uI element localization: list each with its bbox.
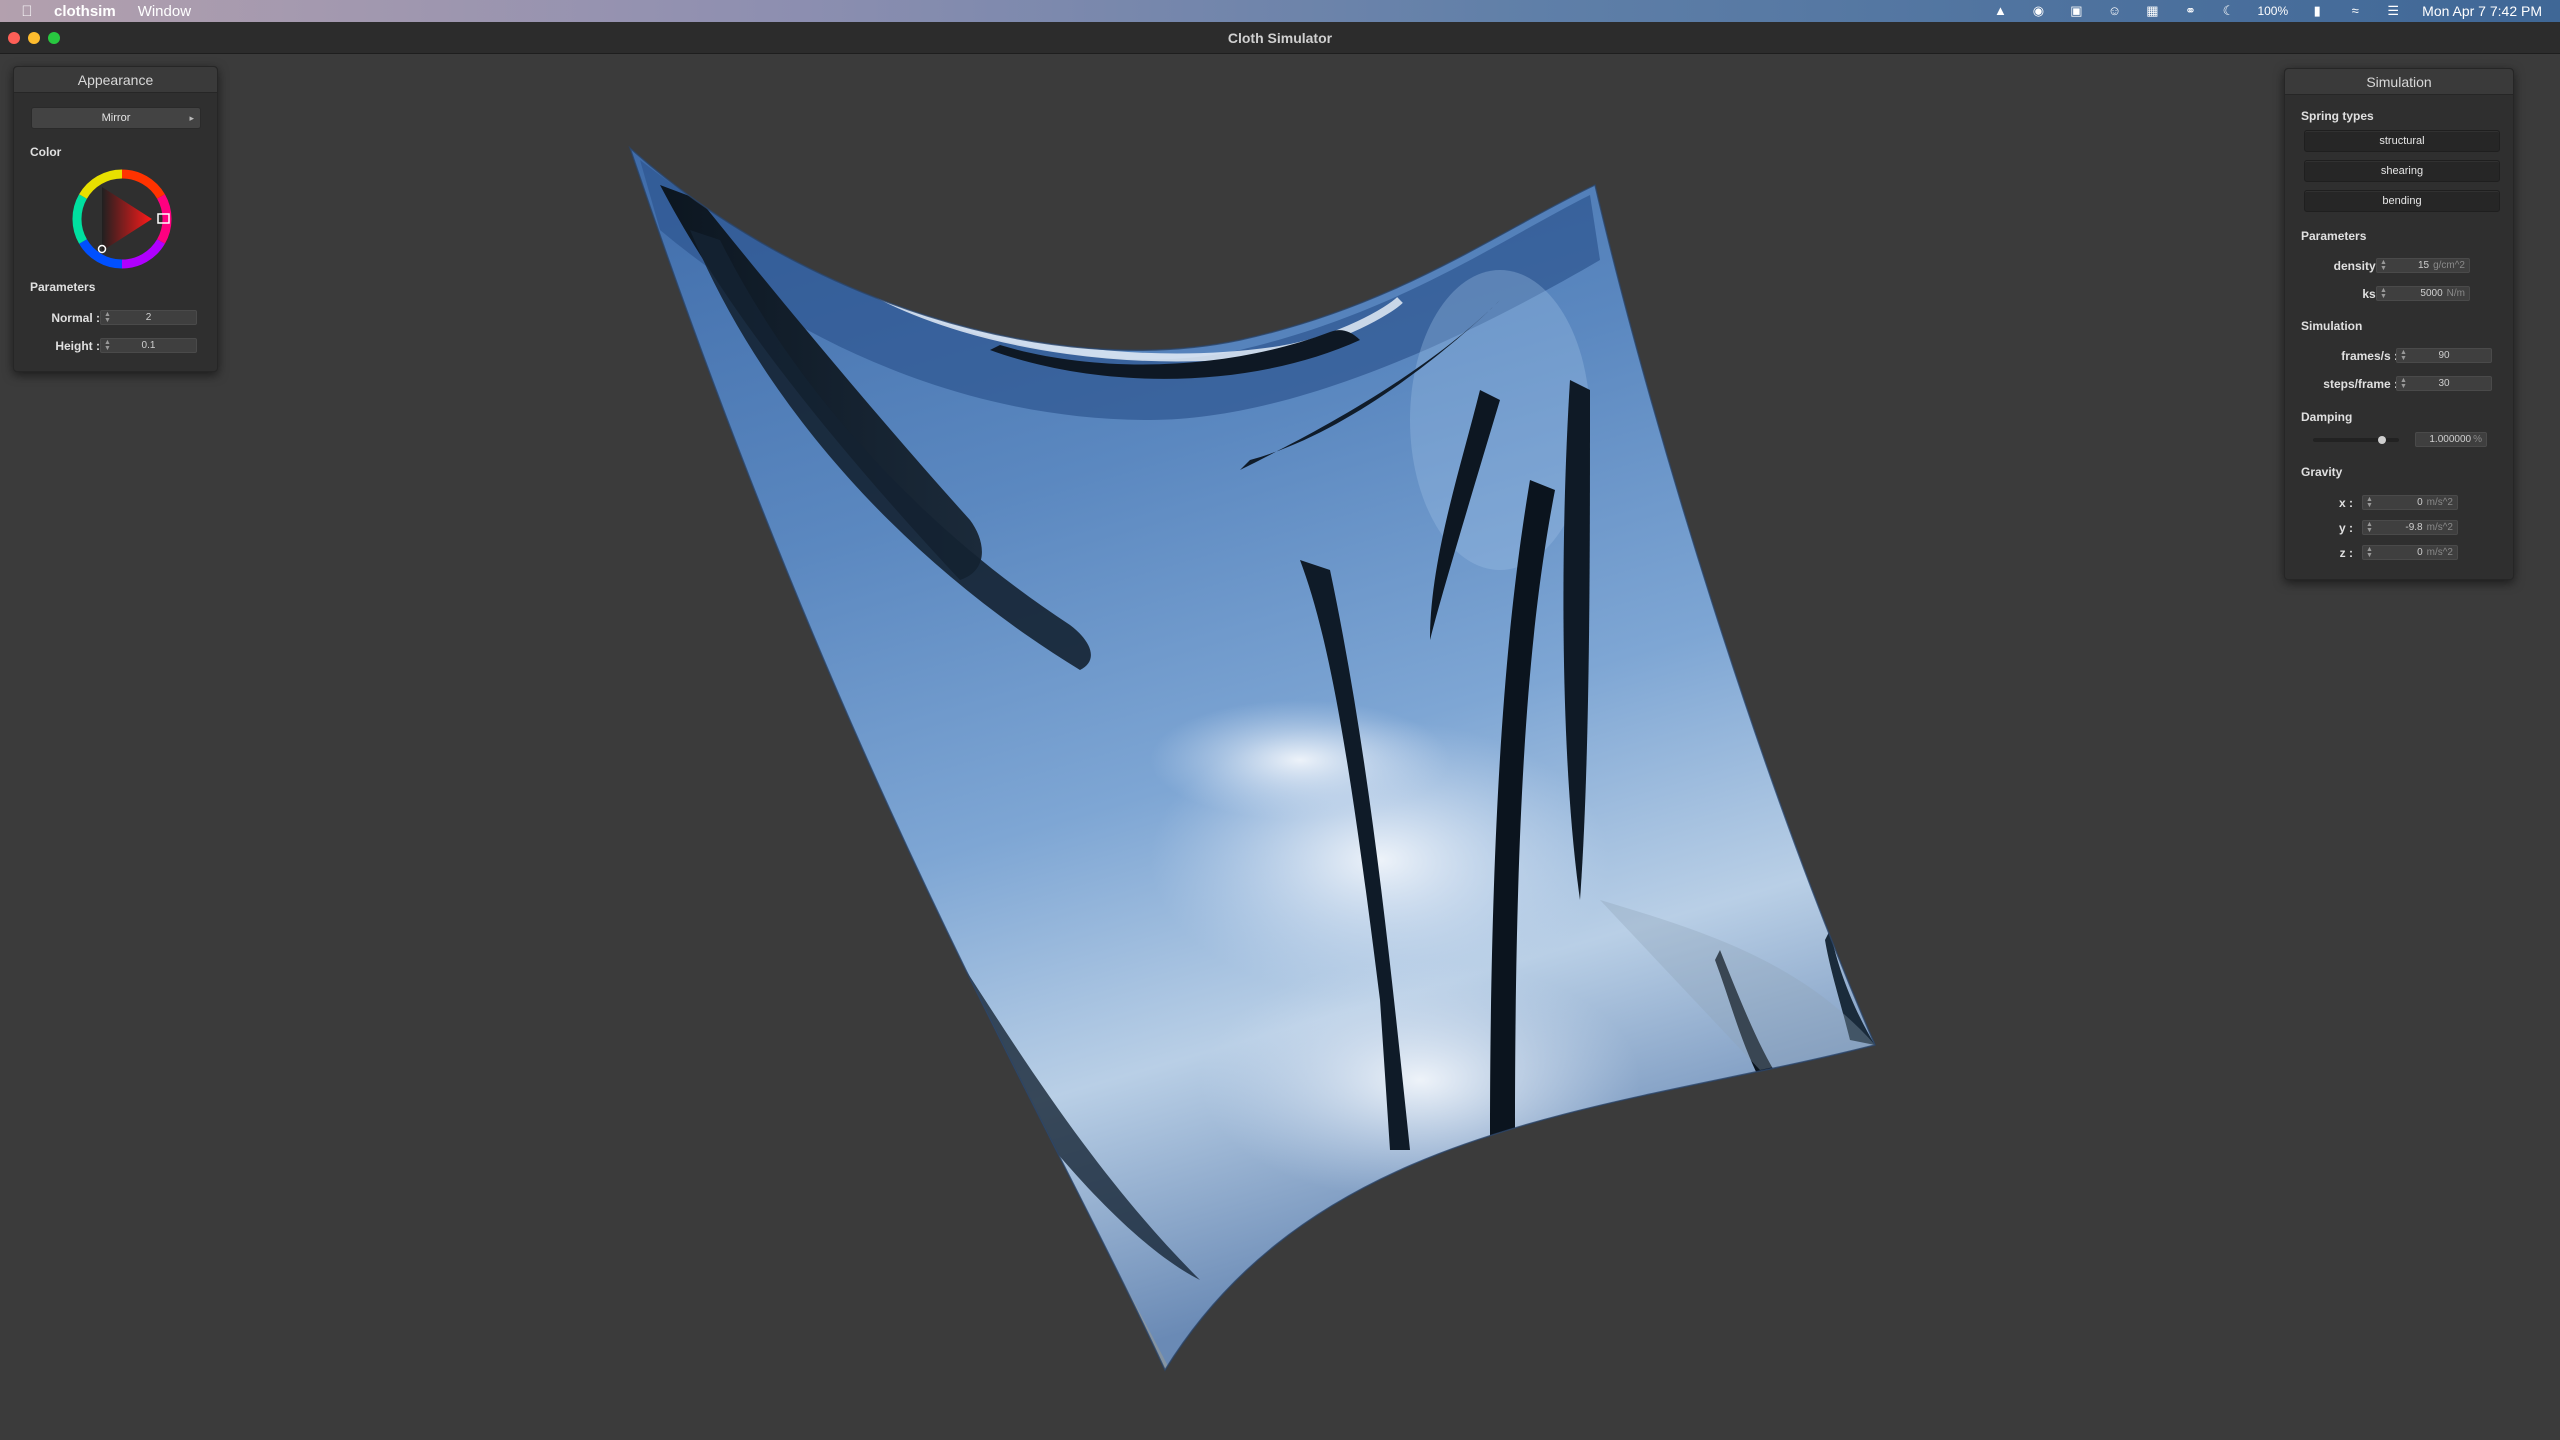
menu-window[interactable]: Window xyxy=(138,3,191,20)
headphones-icon[interactable]: ⚭ xyxy=(2181,4,2199,18)
traffic-lights xyxy=(8,32,60,44)
gravity-x-unit: m/s^2 xyxy=(2426,497,2453,508)
stepper-icon[interactable]: ▲ ▼ xyxy=(2366,521,2373,534)
appearance-panel: Appearance Mirror ▸ Color Parameters Nor… xyxy=(13,66,218,372)
stepper-icon[interactable]: ▲ ▼ xyxy=(2366,546,2373,559)
appearance-panel-title[interactable]: Appearance xyxy=(14,67,217,93)
vlc-icon[interactable]: ▲ xyxy=(1991,4,2009,18)
minimize-button[interactable] xyxy=(28,32,40,44)
stepper-icon[interactable]: ▲ ▼ xyxy=(2380,259,2387,272)
gravity-z-value: 0 xyxy=(2417,547,2423,558)
appearance-parameters-label: Parameters xyxy=(30,280,96,294)
stepper-icon[interactable]: ▲ ▼ xyxy=(2380,287,2387,300)
menu-bar:  clothsim Window ▲ ◉ ▣ ☺ ▦ ⚭ ☾ 100% ▮ ≈… xyxy=(0,0,2560,22)
fps-label: frames/s : xyxy=(2341,349,2398,363)
height-label: Height : xyxy=(55,339,100,353)
wifi-icon[interactable]: ≈ xyxy=(2346,4,2364,18)
cloth-mesh xyxy=(628,145,1877,1372)
simulation-panel-title[interactable]: Simulation xyxy=(2285,69,2513,95)
damping-unit: % xyxy=(2473,434,2482,445)
zoom-button[interactable] xyxy=(48,32,60,44)
smiley-icon[interactable]: ☺ xyxy=(2105,4,2123,18)
damping-slider[interactable] xyxy=(2313,438,2399,442)
height-field[interactable]: ▲ ▼ 0.1 xyxy=(100,338,197,353)
gravity-x-label: x : xyxy=(2338,496,2353,510)
control-center-icon[interactable]: ☰ xyxy=(2384,4,2402,18)
apple-icon[interactable]:  xyxy=(16,3,38,20)
shearing-toggle-button[interactable]: shearing xyxy=(2304,160,2500,182)
damping-value: 1.000000 xyxy=(2429,434,2472,445)
clock[interactable]: Mon Apr 7 7:42 PM xyxy=(2422,3,2542,19)
steps-field[interactable]: ▲ ▼ 30 xyxy=(2396,376,2492,391)
gravity-z-label: z : xyxy=(2339,546,2353,560)
screenshot-icon[interactable]: ▣ xyxy=(2067,4,2085,18)
bending-toggle-button[interactable]: bending xyxy=(2304,190,2500,212)
sim-parameters-label: Parameters xyxy=(2301,229,2367,243)
fps-value: 90 xyxy=(2438,350,2450,361)
damping-field[interactable]: 1.000000% xyxy=(2415,432,2487,447)
gravity-x-value: 0 xyxy=(2417,497,2423,508)
density-unit: g/cm^2 xyxy=(2433,260,2465,271)
structural-toggle-button[interactable]: structural xyxy=(2304,130,2500,152)
render-viewport[interactable] xyxy=(0,55,2560,1440)
normal-label: Normal : xyxy=(51,311,100,325)
normal-value: 2 xyxy=(145,312,152,323)
density-label: density : xyxy=(2333,259,2383,273)
menu-app-name[interactable]: clothsim xyxy=(54,3,116,20)
ks-unit: N/m xyxy=(2446,288,2465,299)
height-value: 0.1 xyxy=(141,340,156,351)
gravity-z-field[interactable]: ▲ ▼ 0 m/s^2 xyxy=(2362,545,2458,560)
gravity-label: Gravity xyxy=(2301,465,2343,479)
close-button[interactable] xyxy=(8,32,20,44)
status-area: ▲ ◉ ▣ ☺ ▦ ⚭ ☾ 100% ▮ ≈ ☰ Mon Apr 7 7:42 … xyxy=(1991,0,2542,22)
ks-value: 5000 xyxy=(2420,288,2443,299)
gravity-y-field[interactable]: ▲ ▼ -9.8 m/s^2 xyxy=(2362,520,2458,535)
window-titlebar: Cloth Simulator xyxy=(0,22,2560,54)
spring-types-label: Spring types xyxy=(2301,109,2374,123)
ks-field[interactable]: ▲ ▼ 5000 N/m xyxy=(2376,286,2470,301)
gravity-y-unit: m/s^2 xyxy=(2426,522,2453,533)
color-section-label: Color xyxy=(30,145,62,159)
grid-icon[interactable]: ▦ xyxy=(2143,4,2161,18)
gravity-z-unit: m/s^2 xyxy=(2426,547,2453,558)
density-value: 15 xyxy=(2417,260,2430,271)
shader-dropdown-label: Mirror xyxy=(101,112,131,124)
shield-icon[interactable]: ◉ xyxy=(2029,4,2047,18)
chevron-right-icon: ▸ xyxy=(189,113,194,123)
ks-label: ks : xyxy=(2362,287,2383,301)
gravity-y-label: y : xyxy=(2338,521,2353,535)
steps-label: steps/frame : xyxy=(2323,377,2398,391)
simulation-section-label: Simulation xyxy=(2301,319,2363,333)
damping-slider-knob[interactable] xyxy=(2377,436,2386,444)
gravity-y-value: -9.8 xyxy=(2405,522,2423,533)
gravity-x-field[interactable]: ▲ ▼ 0 m/s^2 xyxy=(2362,495,2458,510)
moon-icon[interactable]: ☾ xyxy=(2219,4,2237,18)
normal-field[interactable]: ▲ ▼ 2 xyxy=(100,310,197,325)
shader-dropdown[interactable]: Mirror ▸ xyxy=(31,107,201,129)
steps-value: 30 xyxy=(2438,378,2450,389)
window-title: Cloth Simulator xyxy=(1227,29,1333,46)
density-field[interactable]: ▲ ▼ 15 g/cm^2 xyxy=(2376,258,2470,273)
fps-field[interactable]: ▲ ▼ 90 xyxy=(2396,348,2492,363)
battery-percent: 100% xyxy=(2257,4,2289,18)
color-wheel[interactable] xyxy=(72,169,172,269)
stepper-icon[interactable]: ▲ ▼ xyxy=(2366,496,2373,509)
battery-icon[interactable]: ▮ xyxy=(2308,4,2326,18)
damping-label: Damping xyxy=(2301,410,2353,424)
simulation-panel: Simulation Spring types structural shear… xyxy=(2284,68,2514,580)
